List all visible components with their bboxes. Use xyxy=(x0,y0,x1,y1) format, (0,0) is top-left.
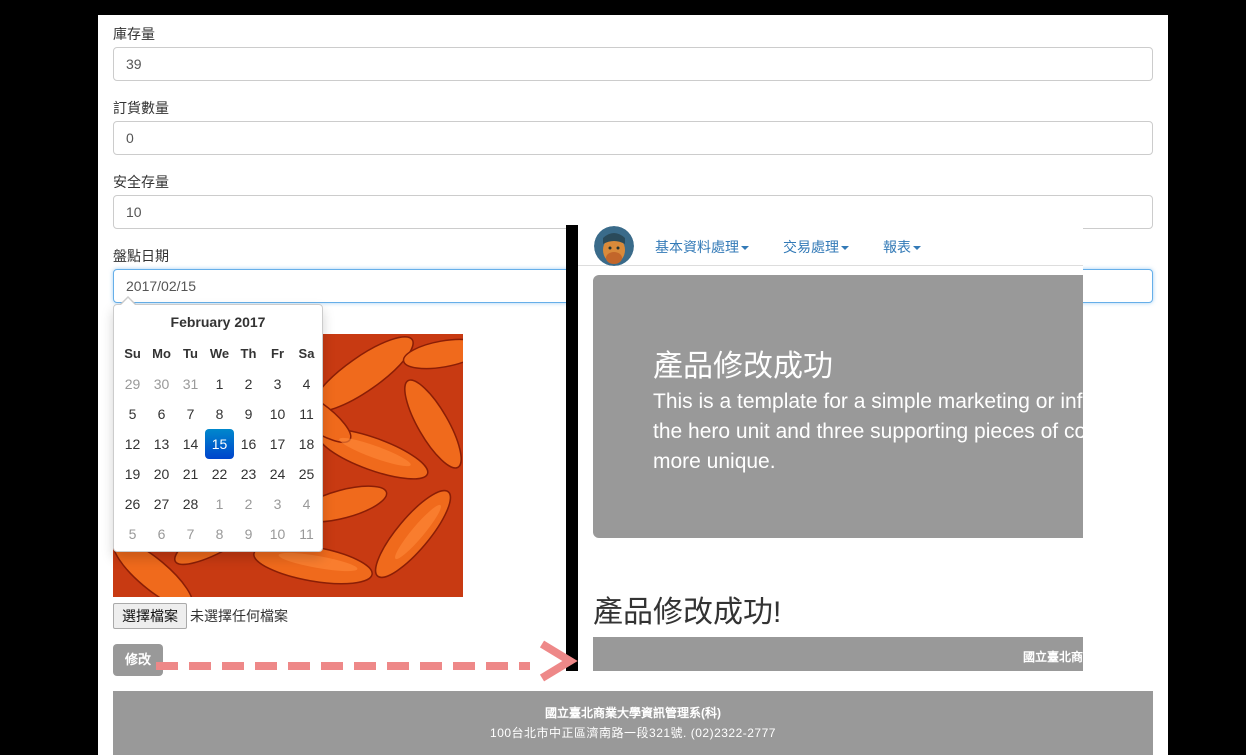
caret-down-icon xyxy=(841,246,849,251)
overlay-divider xyxy=(566,225,578,671)
nav-reports-label: 報表 xyxy=(883,239,911,255)
result-screenshot: 基本資料處理 交易處理 報表 產品修改成功 This is a template… xyxy=(578,225,1083,671)
weekday-header: Su xyxy=(124,346,141,361)
weekday-header: Sa xyxy=(298,346,315,361)
hero-unit: 產品修改成功 This is a template for a simple m… xyxy=(593,275,1083,538)
datepicker-title[interactable]: February 2017 xyxy=(114,314,322,330)
page: 庫存量 39 訂貨數量 0 安全存量 10 盤點日期 2017/02/15 選擇… xyxy=(0,0,1246,755)
page-footer: 國立臺北商業大學資訊管理系(科) 100台北市中正區濟南路一段321號. (02… xyxy=(113,691,1153,755)
datepicker-day[interactable]: 29 xyxy=(118,369,147,399)
nav-reports[interactable]: 報表 xyxy=(883,237,921,257)
datepicker-day[interactable]: 3 xyxy=(263,369,292,399)
datepicker-day[interactable]: 3 xyxy=(263,489,292,519)
nav-transactions[interactable]: 交易處理 xyxy=(783,237,849,257)
datepicker-day[interactable]: 24 xyxy=(263,459,292,489)
datepicker-day[interactable]: 2 xyxy=(234,489,263,519)
datepicker-day[interactable]: 23 xyxy=(234,459,263,489)
datepicker-day[interactable]: 16 xyxy=(234,429,263,459)
stock-label: 庫存量 xyxy=(113,26,155,42)
weekday-header: We xyxy=(209,346,230,361)
nav-basic-data[interactable]: 基本資料處理 xyxy=(655,237,749,257)
datepicker-day[interactable]: 18 xyxy=(292,429,321,459)
hero-title: 產品修改成功 xyxy=(653,350,833,383)
datepicker-weekday-row: Su Mo Tu We Th Fr Sa xyxy=(118,339,321,369)
datepicker-day[interactable]: 8 xyxy=(205,399,234,429)
overlay-footer-text: 國立臺北商 xyxy=(1022,650,1083,664)
datepicker-day[interactable]: 1 xyxy=(205,369,234,399)
datepicker-day[interactable]: 9 xyxy=(234,519,263,549)
datepicker-day[interactable]: 19 xyxy=(118,459,147,489)
weekday-header: Mo xyxy=(152,346,171,361)
nav-transactions-label: 交易處理 xyxy=(783,239,839,255)
datepicker-day[interactable]: 17 xyxy=(263,429,292,459)
weekday-header: Fr xyxy=(271,346,284,361)
footer-line-2: 100台北市中正區濟南路一段321號. (02)2322-2777 xyxy=(490,726,776,740)
datepicker-day[interactable]: 7 xyxy=(176,399,205,429)
datepicker-day[interactable]: 15 xyxy=(205,429,234,459)
datepicker-day[interactable]: 6 xyxy=(147,399,176,429)
datepicker-week-row: 19 20 21 22 23 24 25 xyxy=(118,459,321,489)
dashed-arrow-icon xyxy=(156,640,578,682)
footer-line-1: 國立臺北商業大學資訊管理系(科) xyxy=(545,706,721,720)
weekday-header: Th xyxy=(240,346,257,361)
safety-stock-label: 安全存量 xyxy=(113,174,169,190)
datepicker-day[interactable]: 10 xyxy=(263,399,292,429)
datepicker-day[interactable]: 11 xyxy=(292,399,321,429)
datepicker-day[interactable]: 28 xyxy=(176,489,205,519)
inventory-date-label: 盤點日期 xyxy=(113,248,169,264)
datepicker-day[interactable]: 20 xyxy=(147,459,176,489)
datepicker-day[interactable]: 5 xyxy=(118,519,147,549)
file-status: 未選擇任何檔案 xyxy=(190,608,288,624)
datepicker-week-row: 29 30 31 1 2 3 4 xyxy=(118,369,321,399)
order-label: 訂貨數量 xyxy=(113,100,169,116)
datepicker-caret-inner xyxy=(121,298,135,305)
datepicker-day[interactable]: 2 xyxy=(234,369,263,399)
success-message: 產品修改成功! xyxy=(593,596,782,629)
caret-down-icon xyxy=(741,246,749,251)
datepicker[interactable]: February 2017 Su Mo Tu We Th Fr Sa 29 30 31 1 2 3 4 5 6… xyxy=(113,304,323,552)
datepicker-day[interactable]: 8 xyxy=(205,519,234,549)
datepicker-day[interactable]: 30 xyxy=(147,369,176,399)
datepicker-day[interactable]: 27 xyxy=(147,489,176,519)
stock-input[interactable]: 39 xyxy=(113,47,1153,81)
choose-file-button[interactable]: 選擇檔案 xyxy=(113,603,187,629)
left-border xyxy=(0,0,98,755)
datepicker-day[interactable]: 4 xyxy=(292,369,321,399)
hero-text: This is a template for a simple marketin… xyxy=(653,390,1083,473)
safety-stock-input[interactable]: 10 xyxy=(113,195,1153,229)
datepicker-day[interactable]: 7 xyxy=(176,519,205,549)
datepicker-day[interactable]: 13 xyxy=(147,429,176,459)
datepicker-day[interactable]: 4 xyxy=(292,489,321,519)
datepicker-day[interactable]: 26 xyxy=(118,489,147,519)
right-border xyxy=(1168,0,1246,755)
avatar[interactable] xyxy=(594,226,634,266)
datepicker-day[interactable]: 6 xyxy=(147,519,176,549)
datepicker-day[interactable]: 9 xyxy=(234,399,263,429)
caret-down-icon xyxy=(913,246,921,251)
datepicker-day[interactable]: 25 xyxy=(292,459,321,489)
top-border xyxy=(0,0,1246,15)
datepicker-week-row: 5 6 7 8 9 10 11 xyxy=(118,519,321,549)
datepicker-day[interactable]: 5 xyxy=(118,399,147,429)
datepicker-day[interactable]: 12 xyxy=(118,429,147,459)
weekday-header: Tu xyxy=(183,346,198,361)
datepicker-week-row: 26 27 28 1 2 3 4 xyxy=(118,489,321,519)
datepicker-week-row: 12 13 14 15 16 17 18 xyxy=(118,429,321,459)
datepicker-day[interactable]: 10 xyxy=(263,519,292,549)
order-quantity-input[interactable]: 0 xyxy=(113,121,1153,155)
datepicker-week-row: 5 6 7 8 9 10 11 xyxy=(118,399,321,429)
nav-basic-data-label: 基本資料處理 xyxy=(655,239,739,255)
datepicker-grid: Su Mo Tu We Th Fr Sa 29 30 31 1 2 3 4 5 6 7 8 9 10 11 12 13 14 1… xyxy=(118,339,321,549)
datepicker-day[interactable]: 31 xyxy=(176,369,205,399)
navbar: 基本資料處理 交易處理 報表 xyxy=(578,225,1083,266)
overlay-footer: 國立臺北商 xyxy=(593,637,1083,671)
datepicker-day[interactable]: 14 xyxy=(176,429,205,459)
datepicker-day[interactable]: 1 xyxy=(205,489,234,519)
datepicker-day[interactable]: 21 xyxy=(176,459,205,489)
datepicker-day[interactable]: 11 xyxy=(292,519,321,549)
datepicker-day[interactable]: 22 xyxy=(205,459,234,489)
